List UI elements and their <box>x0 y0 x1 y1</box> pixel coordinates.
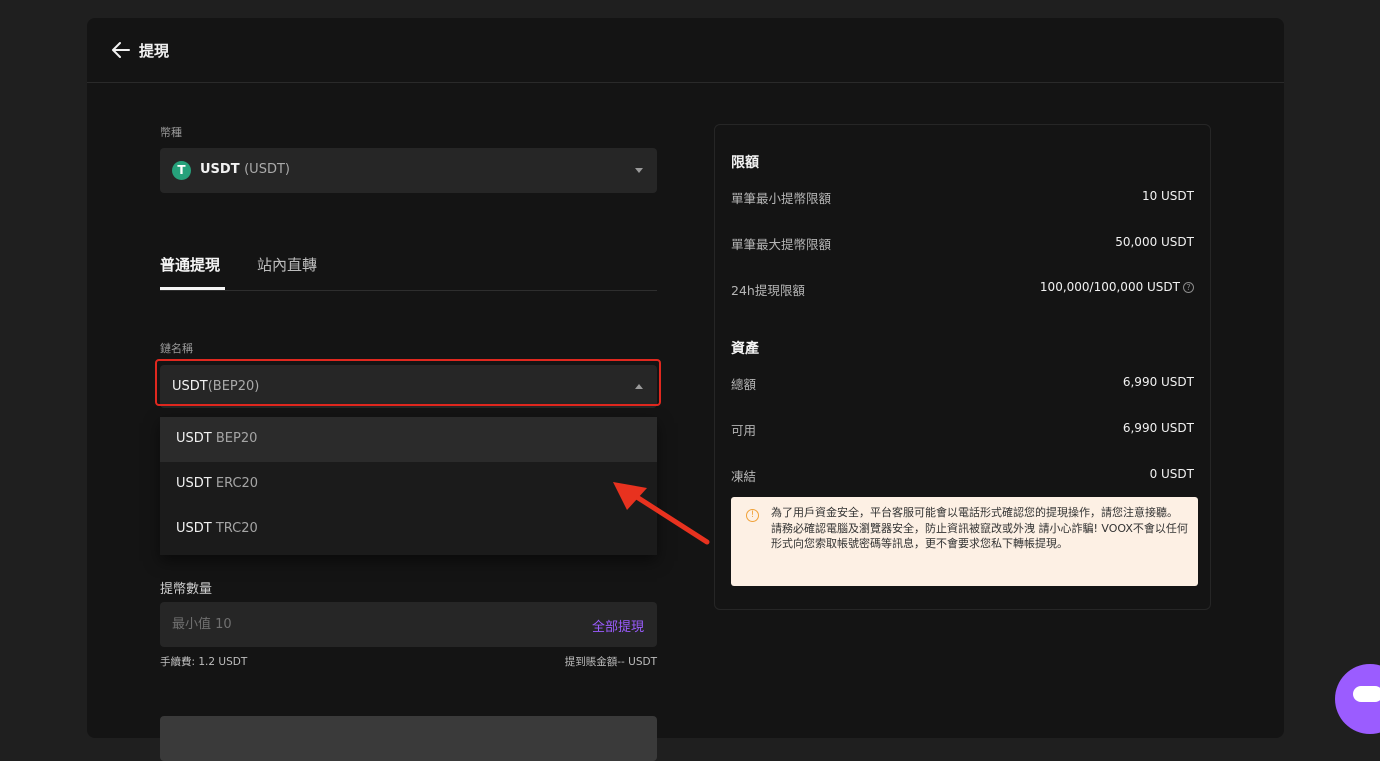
asset-row-label: 可用 <box>731 423 757 438</box>
withdraw-tabs: 普通提現 站內直轉 <box>160 250 657 291</box>
limits-title: 限額 <box>731 155 759 171</box>
coin-label: 幣種 <box>160 126 182 139</box>
asset-row-value: 6,990 USDT <box>1122 375 1194 389</box>
limit-row-label: 24h提現限額 <box>731 283 805 298</box>
tether-icon: T <box>172 161 191 180</box>
limits-assets-panel: 限額 單筆最小提幣限額 10 USDT 單筆最大提幣限額 50,000 USDT… <box>714 124 1211 610</box>
limit-row-value: 10 USDT <box>1141 189 1194 203</box>
chain-select[interactable]: USDT(BEP20) <box>160 365 657 408</box>
coin-name: USDT (USDT) <box>200 162 290 177</box>
asset-row-label: 凍結 <box>731 469 757 484</box>
chain-option-label: USDT TRC20 <box>176 521 258 536</box>
submit-button[interactable] <box>160 716 657 761</box>
tab-internal-transfer[interactable]: 站內直轉 <box>257 254 317 275</box>
security-notice-text: 為了用戶資金安全，平台客服可能會以電話形式確認您的提現操作，請您注意接聽。 請務… <box>771 506 1188 550</box>
withdraw-all-button[interactable]: 全部提現 <box>592 616 644 635</box>
caret-up-icon <box>635 384 643 389</box>
fee-text: 手續費: 1.2 USDT <box>160 656 248 668</box>
tab-normal-withdraw[interactable]: 普通提現 <box>160 254 220 275</box>
chain-dropdown: USDT BEP20 USDT ERC20 USDT TRC20 <box>160 417 657 555</box>
chain-selected-name: USDT <box>172 379 208 394</box>
caret-down-icon <box>635 168 643 173</box>
chain-option-trc20[interactable]: USDT TRC20 <box>160 507 657 552</box>
coin-select[interactable]: T USDT (USDT) <box>160 148 657 193</box>
limit-row-label: 單筆最小提幣限額 <box>731 191 832 206</box>
asset-row-value: 0 USDT <box>1149 467 1194 481</box>
security-notice: ! 為了用戶資金安全，平台客服可能會以電話形式確認您的提現操作，請您注意接聽。 … <box>731 497 1198 586</box>
withdraw-page: 提現 幣種 T USDT (USDT) 普通提現 站內直轉 鏈名稱 USDT(B… <box>87 18 1284 761</box>
page-header: 提現 <box>87 18 1284 83</box>
chain-option-label: USDT ERC20 <box>176 476 258 491</box>
chain-option-net: ERC20 <box>215 476 259 491</box>
chain-option-name: USDT <box>176 431 212 446</box>
chain-label: 鏈名稱 <box>160 342 193 355</box>
chain-option-bep20[interactable]: USDT BEP20 <box>160 417 657 462</box>
chat-support-button[interactable] <box>1335 664 1380 734</box>
chat-icon <box>1353 686 1380 702</box>
assets-title: 資產 <box>731 341 759 357</box>
quantity-label: 提幣數量 <box>160 582 213 597</box>
chain-selected-net: (BEP20) <box>207 379 260 394</box>
quantity-field: 全部提現 <box>160 602 657 647</box>
chain-option-name: USDT <box>176 521 212 536</box>
coin-name-text: USDT <box>200 162 240 177</box>
chain-selected-value: USDT(BEP20) <box>172 379 259 394</box>
page-title: 提現 <box>139 42 170 60</box>
chain-option-net: TRC20 <box>215 521 258 536</box>
quantity-input[interactable] <box>172 614 552 634</box>
chain-option-net: BEP20 <box>215 431 258 446</box>
limit-row-value: 100,000/100,000 USDT <box>1039 280 1180 294</box>
chain-option-name: USDT <box>176 476 212 491</box>
info-warning-icon: ! <box>746 509 759 522</box>
chain-option-label: USDT BEP20 <box>176 431 257 446</box>
asset-row-label: 總額 <box>731 377 757 392</box>
tab-active-indicator <box>160 287 225 290</box>
chain-option-erc20[interactable]: USDT ERC20 <box>160 462 657 507</box>
question-circle-icon[interactable]: ? <box>1183 282 1194 293</box>
limit-row-value-wrap: 100,000/100,000 USDT? <box>1040 280 1194 294</box>
received-amount-text: 提到賬金額-- USDT <box>564 656 657 668</box>
limit-row-value: 50,000 USDT <box>1115 235 1194 249</box>
asset-row-value: 6,990 USDT <box>1122 421 1194 435</box>
coin-code: (USDT) <box>244 162 290 177</box>
limit-row-label: 單筆最大提幣限額 <box>731 237 832 252</box>
back-arrow-icon[interactable] <box>109 38 133 62</box>
annotation-arrow-icon <box>613 482 710 545</box>
